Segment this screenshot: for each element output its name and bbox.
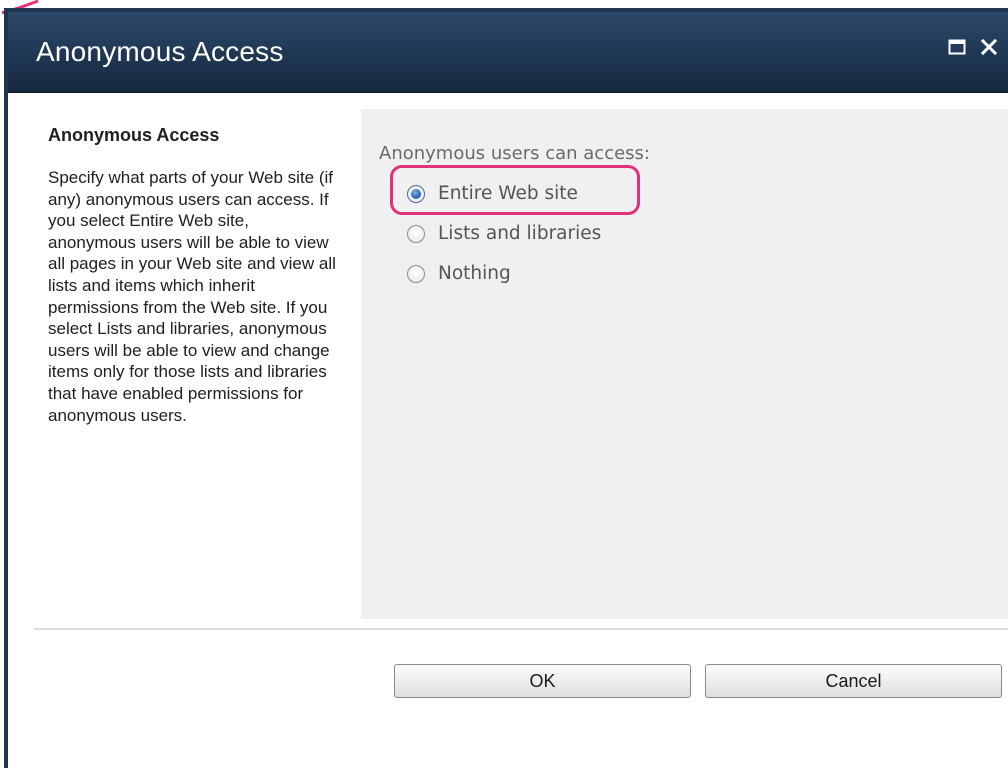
radio-lists-and-libraries[interactable]: Lists and libraries xyxy=(407,223,601,244)
access-group-label: Anonymous users can access: xyxy=(379,143,650,164)
dialog-window: Anonymous Access Anonymous Access Specif… xyxy=(4,8,1008,768)
close-icon[interactable] xyxy=(974,32,1004,62)
section-info: Anonymous Access Specify what parts of y… xyxy=(34,109,356,619)
divider xyxy=(34,628,1008,630)
dialog-title: Anonymous Access xyxy=(36,36,284,67)
title-bar: Anonymous Access xyxy=(8,12,1008,93)
cancel-button[interactable]: Cancel xyxy=(705,664,1002,698)
radio-nothing[interactable]: Nothing xyxy=(407,263,511,284)
maximize-icon[interactable] xyxy=(942,32,972,62)
radio-label-nothing: Nothing xyxy=(438,263,511,284)
annotation-highlight xyxy=(390,165,640,215)
section-title: Anonymous Access xyxy=(48,125,220,145)
section-description: Specify what parts of your Web site (if … xyxy=(48,168,336,425)
radio-label-lists-and-libraries: Lists and libraries xyxy=(438,223,602,244)
radio-button[interactable] xyxy=(407,224,425,243)
radio-button[interactable] xyxy=(407,264,425,283)
ok-button[interactable]: OK xyxy=(394,664,691,698)
